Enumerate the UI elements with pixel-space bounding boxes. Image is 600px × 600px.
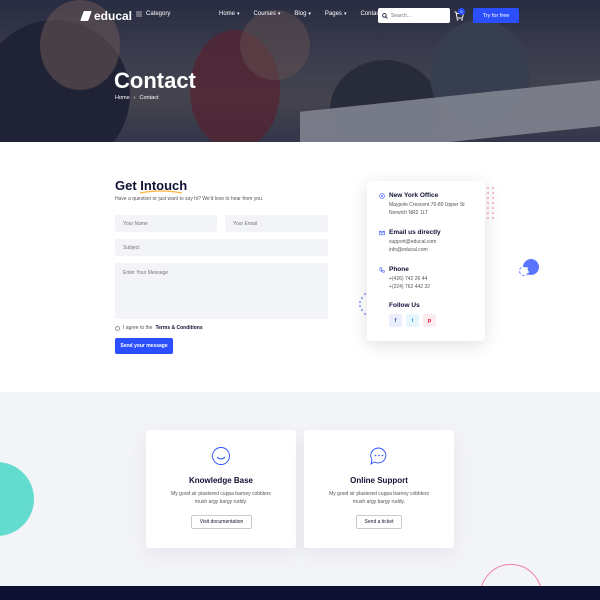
terms-prefix: I agree to the — [123, 325, 153, 331]
office-address-line: Maypole Crescent 70-80 Upper St — [389, 202, 465, 208]
email-address[interactable]: info@educal.com — [389, 247, 428, 253]
category-label: Category — [146, 11, 171, 17]
chevron-down-icon: ▾ — [308, 11, 311, 17]
logo[interactable]: educal — [80, 9, 133, 23]
knowledge-base-card: Knowledge Base My good sir plastered cup… — [146, 430, 296, 548]
twitter-icon[interactable]: t — [406, 314, 419, 327]
menu-item-label: Home — [219, 11, 236, 17]
search-box — [378, 8, 450, 23]
email-field[interactable] — [225, 215, 328, 232]
terms-link[interactable]: Terms & Conditions — [155, 325, 202, 331]
menu-item-label: Pages — [324, 11, 342, 17]
footer — [0, 586, 600, 600]
logo-text: educal — [94, 9, 133, 23]
chevron-down-icon: ▾ — [343, 11, 347, 17]
menu-item-label: Courses — [253, 11, 276, 17]
top-navigation: educal Category Home ▾ Courses ▾ Blog ▾ … — [0, 0, 600, 32]
card-title: Online Support — [350, 476, 408, 485]
try-for-free-button[interactable]: Try for free — [473, 8, 519, 23]
dots-decoration — [487, 187, 494, 219]
cart-count-badge: 0 — [458, 8, 465, 15]
follow-us-title: Follow Us — [389, 302, 420, 309]
office-title: New York Office — [389, 192, 439, 199]
grid-icon — [136, 11, 142, 17]
terms-checkbox[interactable] — [115, 325, 120, 331]
menu-item-blog[interactable]: Blog ▾ — [294, 11, 311, 17]
card-text: My good sir plastered cuppa barney cobbl… — [171, 491, 271, 505]
menu-item-courses[interactable]: Courses ▾ — [254, 11, 281, 17]
main-menu: Home ▾ Courses ▾ Blog ▾ Pages ▾ Contact — [219, 11, 381, 17]
circle-decoration — [480, 564, 542, 586]
breadcrumb-current: Contact — [139, 95, 159, 101]
page-title: Contact — [114, 68, 196, 93]
terms-agreement: I agree to the Terms & Conditions — [115, 325, 203, 331]
chat-icon — [370, 447, 387, 465]
breadcrumb-home[interactable]: Home — [115, 95, 130, 101]
card-text: My good sir plastered cuppa barney cobbl… — [329, 491, 429, 505]
mail-icon — [379, 230, 385, 236]
phone-number[interactable]: +(426) 742 26 44 — [389, 276, 427, 282]
chevron-down-icon: ▾ — [237, 11, 240, 17]
subject-field[interactable] — [115, 239, 328, 256]
send-message-button[interactable]: Send your message — [115, 338, 173, 354]
category-menu[interactable]: Category — [136, 11, 170, 17]
contact-info-card: New York Office Maypole Crescent 70-80 U… — [367, 181, 485, 341]
card-title: Knowledge Base — [188, 476, 253, 485]
breadcrumb-separator-icon: › — [133, 95, 136, 101]
search-icon — [382, 12, 388, 19]
location-icon — [379, 193, 385, 199]
search-input[interactable] — [391, 12, 447, 19]
message-field[interactable] — [115, 263, 328, 319]
name-field[interactable] — [115, 215, 217, 232]
online-support-card: Online Support My good sir plastered cup… — [304, 430, 454, 548]
chevron-down-icon: ▾ — [277, 11, 281, 17]
support-section: Knowledge Base My good sir plastered cup… — [0, 392, 600, 586]
pinterest-icon[interactable]: p — [423, 314, 436, 327]
email-title: Email us directly — [389, 229, 441, 236]
phone-number[interactable]: +(224) 762 442 32 — [389, 284, 430, 290]
email-address[interactable]: support@educal.com — [389, 239, 436, 245]
blob-decoration — [0, 462, 34, 536]
ring-decoration — [519, 266, 529, 276]
menu-item-home[interactable]: Home ▾ — [219, 11, 240, 17]
office-address-line: Norwich NR2 1LT — [389, 210, 429, 216]
smile-icon — [212, 447, 230, 465]
logo-icon — [80, 11, 92, 21]
breadcrumb: Home › Contact — [115, 95, 158, 101]
menu-item-pages[interactable]: Pages ▾ — [325, 11, 347, 17]
phone-icon — [379, 267, 385, 273]
send-ticket-button[interactable]: Send a ticket — [356, 515, 402, 529]
visit-documentation-button[interactable]: Visit documentation — [191, 515, 252, 529]
menu-item-label: Blog — [294, 11, 307, 17]
contact-intro-text: Have a question or just want to say hi? … — [115, 196, 264, 202]
title-underline-decoration — [139, 190, 183, 194]
phone-title: Phone — [389, 266, 409, 273]
facebook-icon[interactable]: f — [389, 314, 402, 327]
